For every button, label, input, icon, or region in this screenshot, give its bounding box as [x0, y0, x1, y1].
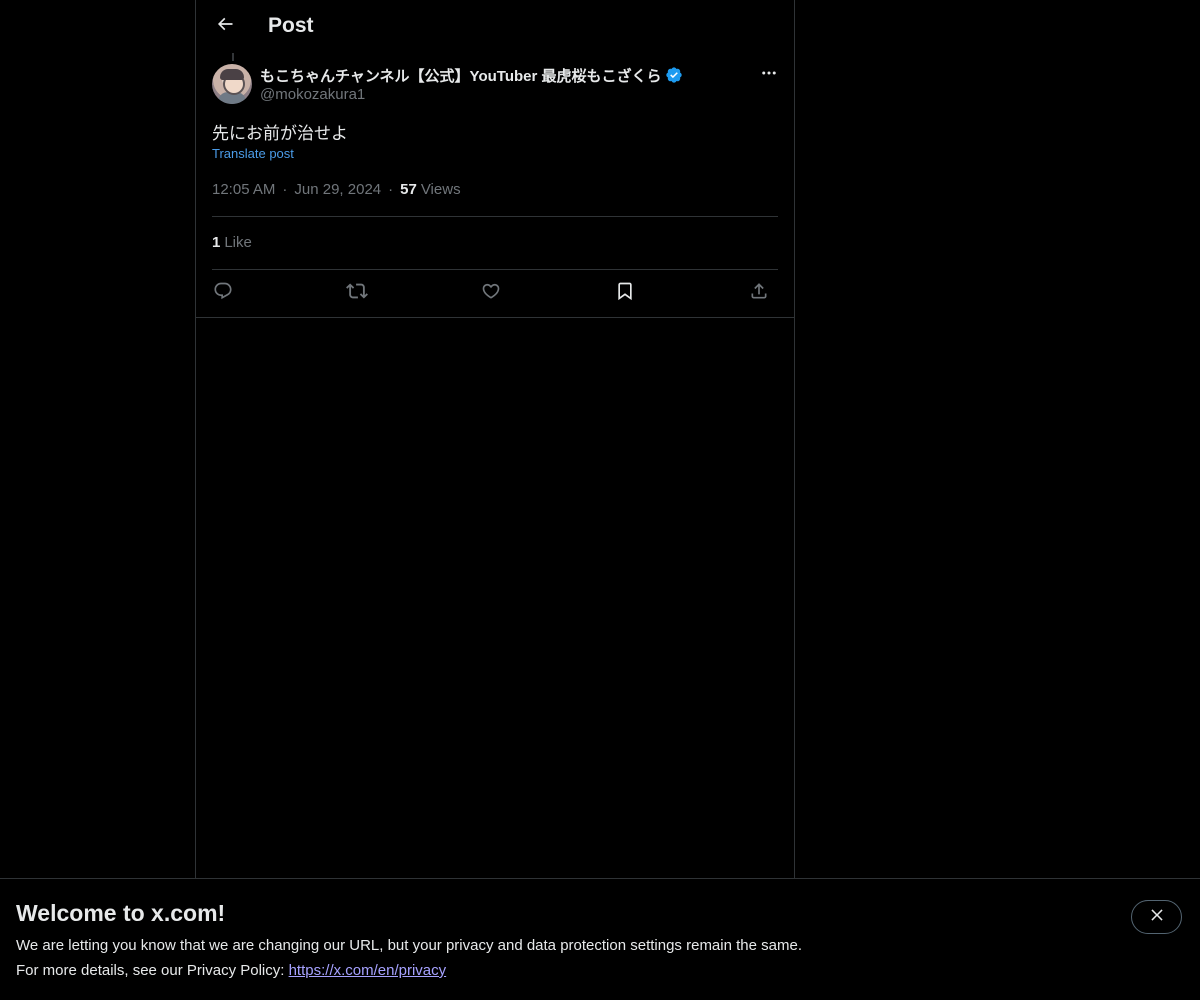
- likes-count: 1: [212, 234, 221, 251]
- action-bar: [212, 280, 778, 306]
- reply-icon: [213, 281, 233, 306]
- more-options-button[interactable]: [754, 64, 784, 86]
- banner-privacy-line: For more details, see our Privacy Policy…: [16, 962, 446, 979]
- repost-icon: [346, 280, 368, 307]
- post-meta: 12:05 AM · Jun 29, 2024 · 57 Views: [212, 181, 461, 198]
- handle[interactable]: @mokozakura1: [260, 86, 683, 103]
- repost-button[interactable]: [344, 280, 370, 306]
- back-button[interactable]: [208, 9, 242, 43]
- banner-message: We are letting you know that we are chan…: [16, 937, 802, 954]
- close-icon: [1148, 906, 1166, 929]
- post-date[interactable]: Jun 29, 2024: [294, 181, 381, 198]
- page-title: Post: [268, 14, 314, 37]
- header: Post: [196, 0, 794, 53]
- share-icon: [749, 281, 769, 306]
- views-count: 57: [400, 181, 417, 198]
- divider: [196, 317, 794, 318]
- like-button[interactable]: [478, 280, 504, 306]
- page: Post もこちゃんチャンネル【公式】YouTuber 最虎桜もこざくら @mo…: [0, 0, 1200, 1000]
- meta-separator: ·: [282, 181, 288, 198]
- main-column: Post もこちゃんチャンネル【公式】YouTuber 最虎桜もこざくら @mo…: [195, 0, 795, 878]
- display-name-row: もこちゃんチャンネル【公式】YouTuber 最虎桜もこざくら: [260, 64, 683, 86]
- more-dots-icon: [760, 64, 778, 87]
- post-time[interactable]: 12:05 AM: [212, 181, 275, 198]
- thread-line: [232, 53, 234, 61]
- bookmark-button[interactable]: [612, 280, 638, 306]
- display-name[interactable]: もこちゃんチャンネル【公式】YouTuber 最虎桜もこざくら: [260, 65, 662, 86]
- translate-post-link[interactable]: Translate post: [212, 146, 294, 161]
- reply-button[interactable]: [210, 280, 236, 306]
- post-text: 先にお前が治せよ: [212, 124, 348, 143]
- banner-title: Welcome to x.com!: [16, 900, 226, 926]
- verified-badge-icon[interactable]: [665, 66, 683, 84]
- meta-separator: ·: [388, 181, 394, 198]
- welcome-banner: Welcome to x.com! We are letting you kno…: [0, 878, 1200, 1000]
- divider: [212, 216, 778, 217]
- likes-summary[interactable]: 1 Like: [212, 234, 252, 251]
- like-icon: [481, 281, 501, 306]
- back-arrow-icon: [215, 14, 235, 39]
- share-button[interactable]: [746, 280, 772, 306]
- bookmark-icon: [615, 281, 635, 306]
- divider: [212, 269, 778, 270]
- banner-privacy-prefix: For more details, see our Privacy Policy…: [16, 962, 289, 979]
- user-info: もこちゃんチャンネル【公式】YouTuber 最虎桜もこざくら @mokozak…: [260, 64, 683, 103]
- privacy-policy-link[interactable]: https://x.com/en/privacy: [289, 962, 447, 979]
- avatar[interactable]: [212, 64, 252, 104]
- views-label: Views: [420, 181, 461, 198]
- close-banner-button[interactable]: [1131, 900, 1182, 934]
- likes-label: Like: [224, 234, 252, 251]
